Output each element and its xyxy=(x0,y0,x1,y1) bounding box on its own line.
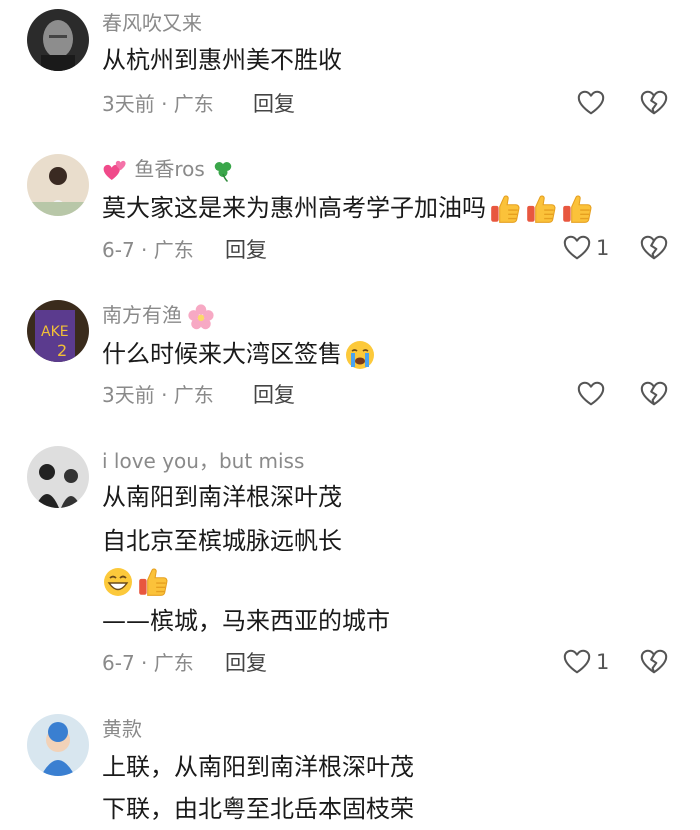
comment-item: 鱼香ros 莫大家这是来为惠州高考学子加油吗 6-7 · 广东 回复 1 xyxy=(0,140,700,290)
broken-heart-icon xyxy=(639,88,669,118)
dislike-button[interactable] xyxy=(639,647,669,681)
username[interactable]: 黄款 xyxy=(102,716,142,742)
broken-heart-icon xyxy=(639,647,669,677)
reply-button[interactable]: 回复 xyxy=(253,91,295,117)
dislike-button[interactable] xyxy=(639,379,669,413)
comment-item: i love you，but miss 从南阳到南洋根深叶茂 自北京至槟城脉远帆… xyxy=(0,438,700,710)
like-button[interactable]: 1 xyxy=(562,647,609,677)
like-count: 1 xyxy=(596,236,610,260)
thumbs-up-icon xyxy=(488,192,522,226)
avatar[interactable] xyxy=(27,714,89,776)
username-text: 南方有渔 xyxy=(102,303,182,327)
heart-icon xyxy=(576,88,606,118)
svg-text:AKE: AKE xyxy=(41,324,69,340)
like-button[interactable] xyxy=(576,88,606,118)
username[interactable]: i love you，but miss xyxy=(102,448,304,474)
thumbs-up-icon xyxy=(524,192,558,226)
timestamp-location: 6-7 · 广东 xyxy=(102,651,194,675)
like-button[interactable]: 1 xyxy=(562,233,609,263)
comment-text-content: 莫大家这是来为惠州高考学子加油吗 xyxy=(102,194,486,222)
comment-item: 春风吹又来 从杭州到惠州美不胜收 3天前 · 广东 回复 xyxy=(0,0,700,140)
comment-text: 什么时候来大湾区签售 xyxy=(102,338,376,371)
cherry-blossom-icon xyxy=(188,304,214,330)
heart-icon xyxy=(562,647,592,677)
comment-text: 莫大家这是来为惠州高考学子加油吗 xyxy=(102,192,594,226)
shamrock-icon xyxy=(211,159,235,183)
dislike-button[interactable] xyxy=(639,88,669,122)
broken-heart-icon xyxy=(639,379,669,409)
timestamp-location: 6-7 · 广东 xyxy=(102,238,194,262)
comment-text-line: 自北京至槟城脉远帆长 xyxy=(102,527,342,555)
reply-button[interactable]: 回复 xyxy=(225,237,267,263)
heart-icon xyxy=(576,379,606,409)
comment-item: AKE 2 南方有渔 什么时候来大湾区签售 3天前 · 广东 回复 xyxy=(0,290,700,438)
timestamp-location: 3天前 · 广东 xyxy=(102,92,214,116)
grinning-face-icon xyxy=(102,566,134,598)
two-hearts-icon xyxy=(102,158,128,184)
like-button[interactable] xyxy=(576,379,606,409)
timestamp-location: 3天前 · 广东 xyxy=(102,383,214,407)
broken-heart-icon xyxy=(639,233,669,263)
like-count: 1 xyxy=(596,650,610,674)
reply-button[interactable]: 回复 xyxy=(253,382,295,408)
svg-text:2: 2 xyxy=(57,341,67,360)
avatar[interactable] xyxy=(27,154,89,216)
comment-text-line: 下联，由北粤至北岳本固枝荣 xyxy=(102,795,414,823)
comment-text-line: 上联，从南阳到南洋根深叶茂 xyxy=(102,753,414,781)
comment-text: 从杭州到惠州美不胜收 xyxy=(102,46,342,74)
heart-icon xyxy=(562,233,592,263)
comment-item: 黄款 上联，从南阳到南洋根深叶茂 下联，由北粤至北岳本固枝荣 xyxy=(0,710,700,830)
crying-face-icon xyxy=(344,339,376,371)
dislike-button[interactable] xyxy=(639,233,669,267)
username[interactable]: 鱼香ros xyxy=(102,156,235,184)
comment-text-line: 从南阳到南洋根深叶茂 xyxy=(102,483,342,511)
avatar[interactable] xyxy=(27,446,89,508)
thumbs-up-icon xyxy=(136,565,170,599)
username[interactable]: 南方有渔 xyxy=(102,302,214,330)
reply-button[interactable]: 回复 xyxy=(225,650,267,676)
comment-text-content: 什么时候来大湾区签售 xyxy=(102,340,342,368)
username-text: 鱼香ros xyxy=(134,157,205,181)
avatar[interactable]: AKE 2 xyxy=(27,300,89,362)
thumbs-up-icon xyxy=(560,192,594,226)
avatar[interactable] xyxy=(27,9,89,71)
comment-text-line: ——槟城，马来西亚的城市 xyxy=(102,607,390,635)
username[interactable]: 春风吹又来 xyxy=(102,10,202,36)
comment-emoji-line xyxy=(102,565,170,599)
